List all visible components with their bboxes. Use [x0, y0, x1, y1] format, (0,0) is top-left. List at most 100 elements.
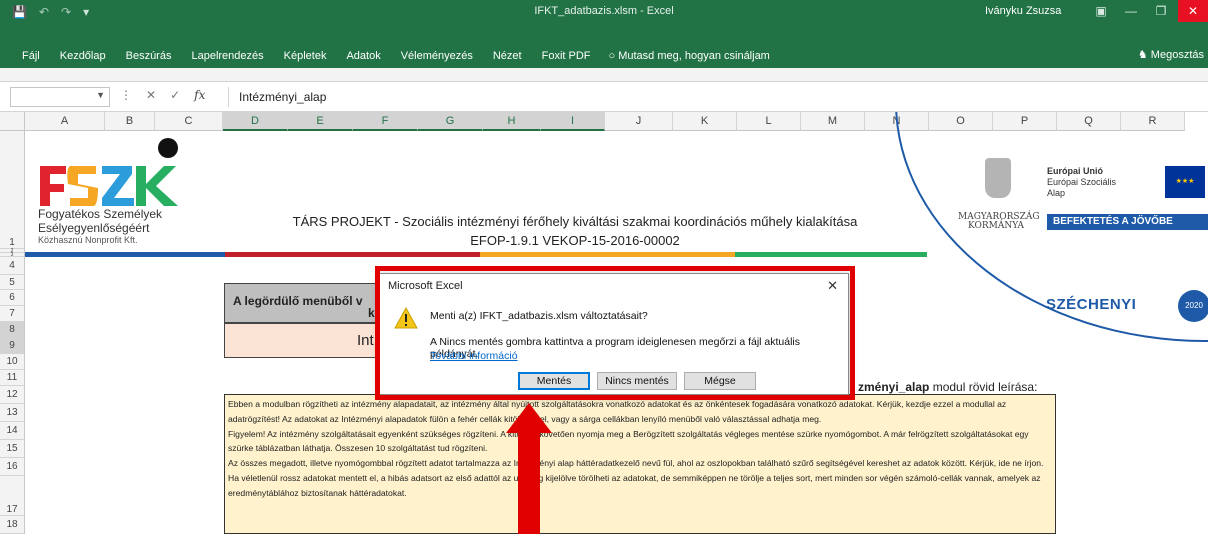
dropdown-instruction-text-2: k	[368, 306, 375, 320]
close-icon[interactable]: ✕	[827, 278, 838, 294]
tab-file[interactable]: Fájl	[0, 50, 50, 62]
chevron-down-icon[interactable]: ▼	[96, 90, 105, 100]
row-header[interactable]: 11	[0, 370, 25, 386]
logo-text-line3: Közhasznú Nonprofit Kft.	[38, 235, 138, 245]
color-bar-orange	[480, 252, 735, 257]
dropdown-instruction-text: A legördülő menüből v	[233, 294, 363, 308]
row-header[interactable]: 10	[0, 354, 25, 370]
column-header[interactable]: K	[673, 112, 737, 131]
share-label: Megosztás	[1150, 49, 1204, 61]
column-header[interactable]: D	[223, 112, 288, 131]
column-header[interactable]: L	[737, 112, 801, 131]
szechenyi-2020-badge: 2020	[1178, 290, 1208, 322]
module-heading: zményi_alap modul rövid leírása:	[858, 380, 1037, 394]
formula-bar: ▼ ⋮ ✕ ✓ fx Intézményi_alap	[0, 82, 1208, 112]
column-header[interactable]: F	[353, 112, 418, 131]
dialog-question: Menti a(z) IFKT_adatbazis.xlsm változtat…	[430, 310, 648, 322]
column-header[interactable]: I	[541, 112, 605, 131]
user-name[interactable]: Iványku Zsuzsa	[985, 5, 1061, 17]
dialog-title: Microsoft Excel	[388, 280, 463, 292]
eu-flag-icon: ★★★	[1165, 166, 1205, 198]
restore-icon[interactable]: ❐	[1146, 0, 1176, 22]
row-header[interactable]: 18	[0, 516, 25, 534]
share-button[interactable]: ♞ Megosztás	[1138, 48, 1204, 61]
column-header[interactable]: J	[605, 112, 673, 131]
row-header[interactable]: 9	[0, 338, 25, 354]
row-header[interactable]: 16	[0, 458, 25, 476]
tab-page-layout[interactable]: Lapelrendezés	[181, 50, 273, 62]
person-icon: ♞	[1137, 49, 1151, 61]
arrow-up-icon	[506, 403, 552, 433]
column-header[interactable]: A	[25, 112, 105, 131]
tell-me-label: Mutasd meg, hogyan csináljam	[618, 50, 770, 62]
column-header[interactable]: M	[801, 112, 865, 131]
save-button[interactable]: Mentés	[518, 372, 590, 390]
ribbon-display-icon[interactable]: ▣	[1086, 0, 1116, 22]
column-header[interactable]: B	[105, 112, 155, 131]
dropdown-instruction-box: A legördülő menüből v k	[224, 283, 404, 323]
project-title: TÁRS PROJEKT - Szociális intézményi férő…	[292, 214, 858, 229]
cancel-button[interactable]: Mégse	[684, 372, 756, 390]
more-icon: ⋮	[120, 88, 132, 102]
row-header[interactable]: 6	[0, 290, 25, 306]
color-bar-red	[225, 252, 480, 257]
invest-banner: BEFEKTETÉS A JÖVŐBE	[1047, 214, 1208, 230]
row-header[interactable]: 14	[0, 422, 25, 440]
insert-function-icon[interactable]: fx	[194, 88, 205, 102]
row-header[interactable]: 1	[0, 131, 25, 249]
eu-line1: Európai Unió	[1047, 166, 1103, 176]
row-header[interactable]: 15	[0, 440, 25, 458]
eu-line2: Európai Szociális	[1047, 177, 1117, 187]
row-header[interactable]: 5	[0, 275, 25, 290]
tab-foxit-pdf[interactable]: Foxit PDF	[532, 50, 601, 62]
minimize-icon[interactable]: —	[1116, 0, 1146, 22]
color-bar-blue	[25, 252, 225, 257]
tab-view[interactable]: Nézet	[483, 50, 532, 62]
row-header[interactable]: 8	[0, 322, 25, 338]
lightbulb-icon: ○	[608, 50, 619, 62]
formula-controls: ⋮ ✕ ✓ fx	[120, 88, 205, 102]
module-heading-bold: zményi_alap	[858, 380, 930, 394]
decorative-arc	[895, 112, 1208, 356]
module-button-text: Int	[357, 332, 374, 349]
column-header[interactable]: E	[288, 112, 353, 131]
row-header[interactable]: 17	[0, 476, 25, 516]
logo-text-line1: Fogyatékos Személyek	[38, 207, 163, 221]
title-bar: 💾 ↶ ↷ ▾ IFKT_adatbazis.xlsm - Excel Iván…	[0, 0, 1208, 44]
arrow-shaft	[518, 432, 540, 534]
description-paragraph: Figyelem! Az intézmény szolgáltatásait e…	[228, 428, 1029, 454]
select-all-corner[interactable]	[0, 112, 25, 131]
dont-save-button[interactable]: Nincs mentés	[597, 372, 677, 390]
save-dialog: Microsoft Excel ✕ Menti a(z) IFKT_adatba…	[379, 273, 849, 395]
description-paragraph: Az összes megadott, illetve nyomógombbal…	[228, 458, 1044, 498]
close-icon[interactable]: ✕	[1178, 0, 1208, 22]
cancel-icon[interactable]: ✕	[146, 88, 156, 102]
tab-formulas[interactable]: Képletek	[274, 50, 337, 62]
tab-insert[interactable]: Beszúrás	[116, 50, 182, 62]
collapsed-ribbon	[0, 68, 1208, 82]
eu-line3: Alap	[1047, 188, 1066, 198]
project-code: EFOP-1.9.1 VEKOP-15-2016-00002	[470, 233, 680, 248]
hungarian-crest-icon	[985, 158, 1011, 198]
module-button-cell[interactable]: Int	[224, 323, 404, 358]
name-box[interactable]: ▼	[10, 87, 110, 107]
column-header[interactable]: H	[483, 112, 541, 131]
formula-input[interactable]: Intézményi_alap	[228, 87, 1203, 107]
module-heading-rest: modul rövid leírása:	[929, 380, 1038, 394]
tab-review[interactable]: Véleményezés	[391, 50, 483, 62]
ribbon-tabs: Fájl Kezdőlap Beszúrás Lapelrendezés Kép…	[0, 44, 1208, 68]
module-description: Ebben a modulban rögzítheti az intézmény…	[224, 394, 1056, 534]
tell-me-search[interactable]: ○ Mutasd meg, hogyan csináljam	[609, 50, 770, 62]
column-header[interactable]: C	[155, 112, 223, 131]
eu-text: Európai Unió Európai Szociális Alap	[1047, 166, 1116, 199]
tab-home[interactable]: Kezdőlap	[50, 50, 116, 62]
row-header[interactable]: 4	[0, 257, 25, 275]
tab-data[interactable]: Adatok	[336, 50, 390, 62]
row-header[interactable]: 12	[0, 386, 25, 404]
row-header[interactable]: 7	[0, 306, 25, 322]
column-header[interactable]: G	[418, 112, 483, 131]
color-bar-green	[735, 252, 927, 257]
row-header[interactable]: 13	[0, 404, 25, 422]
more-info-link[interactable]: További információ	[430, 350, 518, 362]
enter-icon[interactable]: ✓	[170, 88, 180, 102]
